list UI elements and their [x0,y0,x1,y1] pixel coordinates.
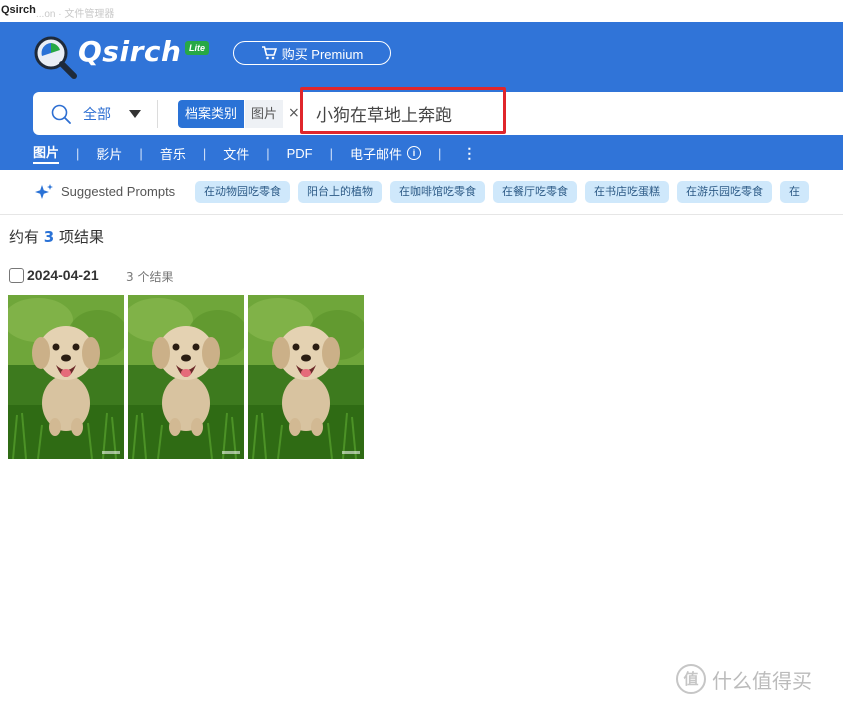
edition-badge: Lite [185,41,210,55]
dog-photo-image [8,295,124,459]
info-icon[interactable]: i [407,146,422,160]
dog-photo-image [248,295,364,459]
watermark-logo-icon: 值 [676,664,706,694]
filter-value-chip: 图片 [245,100,284,128]
prompt-chip[interactable]: 在书店吃蛋糕 [585,181,669,203]
result-thumbnail[interactable] [8,295,124,459]
tab-music[interactable]: 音乐 [160,144,186,163]
prompt-chip[interactable]: 在咖啡馆吃零食 [390,181,485,203]
sparkle-icon [35,184,53,199]
result-count: 约有 3 项结果 [9,228,105,246]
dog-photo-image [128,295,244,459]
prompt-chip[interactable]: 在游乐园吃零食 [677,181,772,203]
suggested-prompts-label: Suggested Prompts [61,184,176,199]
watermark-text: 什么值得买 [712,668,812,693]
search-scope-select[interactable]: 全部 [83,104,111,124]
buy-premium-label: 购买 Premium [281,46,364,62]
file-type-tabs: 图片 | 影片 | 音乐 | 文件 | PDF | 电子邮件 i | ⋮ [33,142,476,164]
prompt-chip[interactable]: 在餐厅吃零食 [493,181,577,203]
window-titlebar: Qsirch ...on · 文件管理器 [0,0,843,22]
remove-filter-icon[interactable]: × [288,105,300,121]
result-thumbnail[interactable] [128,295,244,459]
site-watermark: 值 什么值得买 [676,664,812,694]
tab-images[interactable]: 图片 [33,142,60,164]
search-icon[interactable] [51,104,71,124]
tab-videos[interactable]: 影片 [96,144,122,163]
suggested-prompts-bar: Suggested Prompts 在动物园吃零食 阳台上的植物 在咖啡馆吃零食… [0,170,843,215]
prompt-chip[interactable]: 在 [780,181,809,203]
divider [157,100,158,128]
group-result-count: 3 个结果 [126,270,174,284]
group-select-checkbox[interactable] [9,268,24,283]
buy-premium-button[interactable]: 购买 Premium [233,41,391,65]
prompt-chip-list: 在动物园吃零食 阳台上的植物 在咖啡馆吃零食 在餐厅吃零食 在书店吃蛋糕 在游乐… [195,181,809,203]
result-count-number: 3 [43,228,55,246]
filter-category-chip[interactable]: 档案类别 [178,100,245,128]
chevron-down-icon[interactable] [129,110,141,118]
prompt-chip[interactable]: 阳台上的植物 [298,181,382,203]
group-date-heading: 2024-04-21 [27,267,99,283]
tab-documents[interactable]: 文件 [223,144,249,163]
window-subtitle: ...on · 文件管理器 [36,9,115,20]
result-thumbnail[interactable] [248,295,364,459]
app-name: Qsirch [1,4,36,16]
qsirch-logo-icon [34,36,77,79]
more-vertical-icon[interactable]: ⋮ [462,145,476,162]
tab-email[interactable]: 电子邮件 [350,144,402,163]
cart-icon [261,46,277,60]
query-highlight-box [300,87,506,134]
brand-title: Qsirch [78,35,182,68]
tab-pdf[interactable]: PDF [287,146,313,161]
prompt-chip[interactable]: 在动物园吃零食 [195,181,290,203]
